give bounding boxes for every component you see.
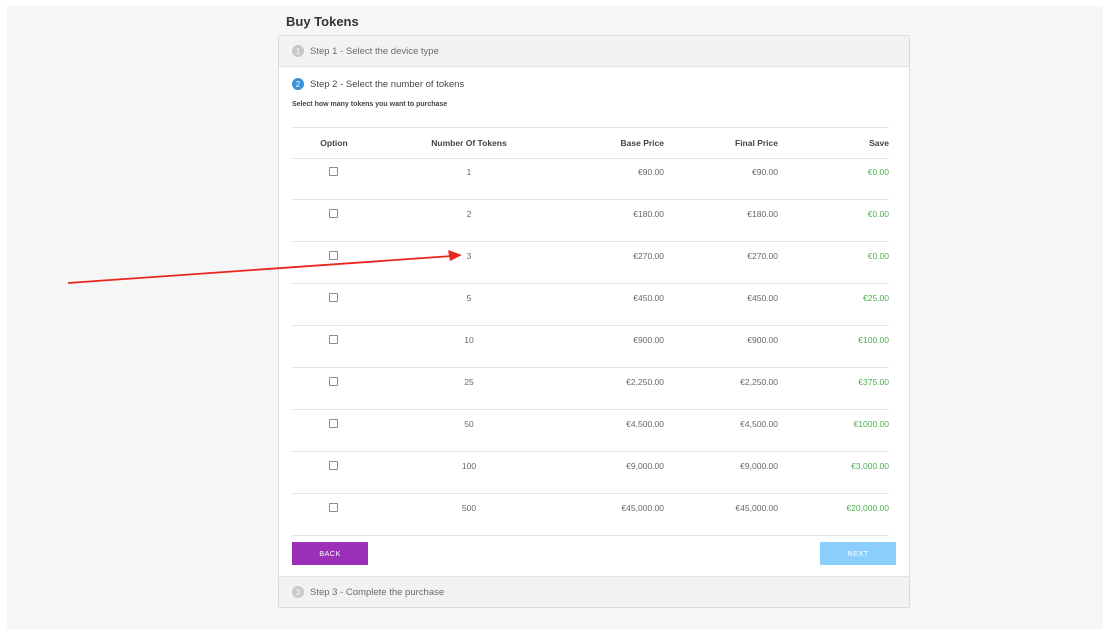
annotation-arrow bbox=[67, 250, 462, 284]
annotation-arrow-line bbox=[67, 255, 453, 284]
annotation-arrow-head bbox=[448, 250, 462, 261]
